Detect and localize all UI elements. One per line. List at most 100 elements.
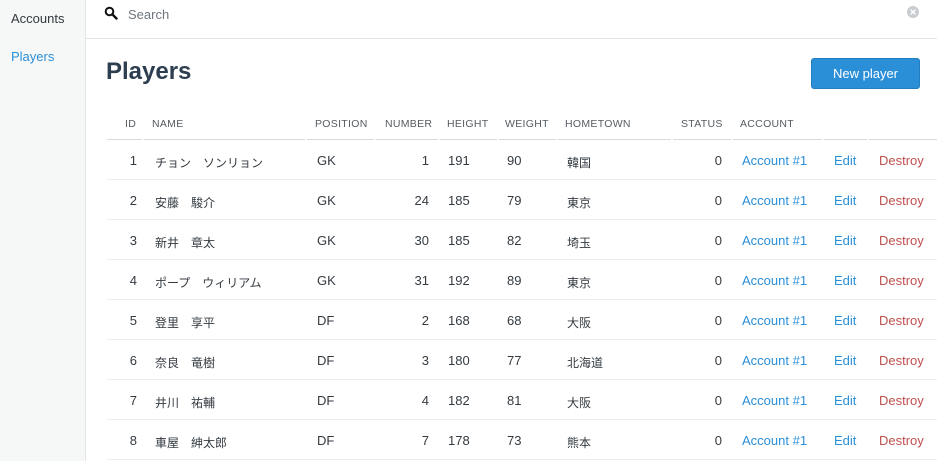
- cell-weight: 90: [507, 153, 522, 168]
- cell-height: 168: [448, 313, 470, 328]
- account-link[interactable]: Account #1: [742, 273, 822, 288]
- table-row: 8 車屋 紳太郎 DF 7 178 73 熊本 0 Account #1 Edit Destroy: [107, 420, 937, 460]
- cell-height: 191: [448, 153, 470, 168]
- cell-hometown: 埼玉: [567, 236, 592, 250]
- cell-position: DF: [317, 393, 335, 408]
- cell-id: 5: [129, 313, 137, 328]
- account-link[interactable]: Account #1: [742, 433, 822, 448]
- cell-status: 0: [714, 153, 722, 168]
- table-row: 5 登里 享平 DF 2 168 68 大阪 0 Account #1 Edit Destroy: [107, 300, 937, 340]
- cell-hometown: 大阪: [567, 316, 592, 330]
- column-header-height[interactable]: HEIGHT: [447, 118, 488, 130]
- clear-search-icon[interactable]: [906, 5, 920, 19]
- cell-name: 井川 祐輔: [155, 396, 216, 410]
- cell-id: 4: [129, 273, 137, 288]
- cell-status: 0: [714, 273, 722, 288]
- cell-height: 180: [448, 353, 470, 368]
- cell-number: 4: [421, 393, 429, 408]
- sidebar-item-players[interactable]: Players: [11, 49, 54, 64]
- column-header-hometown[interactable]: HOMETOWN: [565, 118, 631, 130]
- sidebar: Accounts Players: [0, 0, 86, 461]
- destroy-link[interactable]: Destroy: [879, 153, 937, 168]
- cell-id: 8: [129, 433, 137, 448]
- cell-number: 7: [421, 433, 429, 448]
- table-row: 2 安藤 駿介 GK 24 185 79 東京 0 Account #1 Edit Destroy: [107, 180, 937, 220]
- cell-hometown: 東京: [567, 276, 592, 290]
- account-link[interactable]: Account #1: [742, 153, 822, 168]
- cell-position: GK: [317, 153, 336, 168]
- destroy-link[interactable]: Destroy: [879, 273, 937, 288]
- edit-link[interactable]: Edit: [834, 353, 864, 368]
- edit-link[interactable]: Edit: [834, 193, 864, 208]
- cell-name: 登里 享平: [155, 316, 216, 330]
- table-row: 6 奈良 竜樹 DF 3 180 77 北海道 0 Account #1 Edit Destroy: [107, 340, 937, 380]
- cell-weight: 73: [507, 433, 522, 448]
- cell-position: DF: [317, 353, 335, 368]
- account-link[interactable]: Account #1: [742, 233, 822, 248]
- cell-status: 0: [714, 233, 722, 248]
- row-divider: [107, 459, 937, 460]
- cell-name: 新井 章太: [155, 236, 216, 250]
- column-header-id[interactable]: ID: [125, 118, 136, 130]
- destroy-link[interactable]: Destroy: [879, 313, 937, 328]
- destroy-link[interactable]: Destroy: [879, 193, 937, 208]
- table-header: ID NAME POSITION NUMBER HEIGHT WEIGHT HO…: [107, 109, 937, 140]
- sidebar-item-accounts[interactable]: Accounts: [11, 11, 64, 26]
- edit-link[interactable]: Edit: [834, 433, 864, 448]
- column-header-account[interactable]: ACCOUNT: [740, 118, 794, 130]
- account-link[interactable]: Account #1: [742, 353, 822, 368]
- cell-number: 31: [414, 273, 429, 288]
- cell-position: GK: [317, 193, 336, 208]
- cell-hometown: 北海道: [567, 356, 604, 370]
- cell-hometown: 大阪: [567, 396, 592, 410]
- account-link[interactable]: Account #1: [742, 193, 822, 208]
- edit-link[interactable]: Edit: [834, 313, 864, 328]
- cell-name: 車屋 紳太郎: [155, 436, 228, 450]
- cell-weight: 77: [507, 353, 522, 368]
- cell-weight: 82: [507, 233, 522, 248]
- cell-weight: 68: [507, 313, 522, 328]
- cell-position: DF: [317, 433, 335, 448]
- table-row: 1 チョン ソンリョン GK 1 191 90 韓国 0 Account #1 Edit Destr…: [107, 140, 937, 180]
- cell-status: 0: [714, 393, 722, 408]
- column-header-name[interactable]: NAME: [152, 118, 184, 130]
- edit-link[interactable]: Edit: [834, 233, 864, 248]
- cell-height: 185: [448, 233, 470, 248]
- cell-number: 3: [421, 353, 429, 368]
- cell-id: 6: [129, 353, 137, 368]
- column-header-number[interactable]: NUMBER: [385, 118, 432, 130]
- table-row: 4 ポープ ウィリアム GK 31 192 89 東京 0 Account #1 Edit Dest…: [107, 260, 937, 300]
- cell-weight: 81: [507, 393, 522, 408]
- destroy-link[interactable]: Destroy: [879, 353, 937, 368]
- cell-number: 2: [421, 313, 429, 328]
- column-header-status[interactable]: STATUS: [681, 118, 723, 130]
- cell-name: 安藤 駿介: [155, 196, 216, 210]
- search-icon: [104, 6, 118, 20]
- cell-position: GK: [317, 273, 336, 288]
- cell-name: ポープ ウィリアム: [155, 276, 262, 290]
- cell-name: チョン ソンリョン: [155, 156, 264, 170]
- search-input[interactable]: [128, 4, 888, 24]
- edit-link[interactable]: Edit: [834, 153, 864, 168]
- edit-link[interactable]: Edit: [834, 393, 864, 408]
- column-header-weight[interactable]: WEIGHT: [505, 118, 549, 130]
- cell-id: 1: [129, 153, 137, 168]
- cell-status: 0: [714, 433, 722, 448]
- cell-name: 奈良 竜樹: [155, 356, 216, 370]
- cell-number: 24: [414, 193, 429, 208]
- account-link[interactable]: Account #1: [742, 393, 822, 408]
- account-link[interactable]: Account #1: [742, 313, 822, 328]
- cell-status: 0: [714, 313, 722, 328]
- destroy-link[interactable]: Destroy: [879, 433, 937, 448]
- cell-weight: 79: [507, 193, 522, 208]
- page-title: Players: [106, 58, 192, 85]
- cell-height: 185: [448, 193, 470, 208]
- destroy-link[interactable]: Destroy: [879, 233, 937, 248]
- destroy-link[interactable]: Destroy: [879, 393, 937, 408]
- column-header-position[interactable]: POSITION: [315, 118, 368, 130]
- cell-height: 178: [448, 433, 470, 448]
- edit-link[interactable]: Edit: [834, 273, 864, 288]
- cell-number: 1: [421, 153, 429, 168]
- cell-hometown: 東京: [567, 196, 592, 210]
- new-player-button[interactable]: New player: [811, 58, 920, 89]
